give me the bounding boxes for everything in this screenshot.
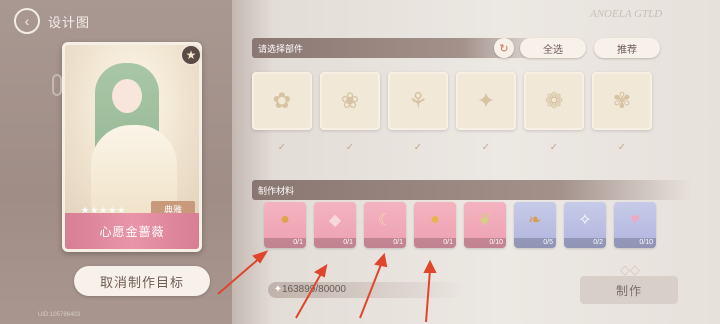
select-all-button[interactable]: 全选 (520, 38, 586, 58)
part-check-icon[interactable]: ✓ (412, 141, 424, 153)
refresh-icon[interactable]: ↻ (494, 38, 514, 58)
part-check-icon[interactable]: ✓ (344, 141, 356, 153)
material-count: 0/1 (314, 238, 356, 248)
material-slot[interactable]: ❦ 0/10 (464, 202, 506, 248)
material-count: 0/1 (264, 238, 306, 248)
character-face (112, 79, 142, 113)
part-slot-hair[interactable]: ✿ (252, 72, 312, 130)
decor-text: ANOELA GTLD (590, 8, 663, 20)
material-count: 0/2 (564, 238, 606, 248)
material-count: 0/10 (614, 238, 656, 248)
material-icon: ● (280, 211, 290, 228)
outfit-name: 心愿金蔷薇 (65, 213, 199, 249)
material-icon: ❧ (528, 212, 542, 229)
part-check-icon[interactable]: ✓ (276, 141, 288, 153)
material-slot[interactable]: ✧ 0/2 (564, 202, 606, 248)
back-arrow-icon[interactable]: ‹ (14, 8, 40, 34)
material-slot[interactable]: ● 0/1 (414, 202, 456, 248)
part-check-icon[interactable]: ✓ (548, 141, 560, 153)
star-pin-icon[interactable]: ★ (180, 44, 202, 66)
outfit-card[interactable]: ★★★★★ 典雅 心愿金蔷薇 (62, 42, 202, 252)
material-count: 0/5 (514, 238, 556, 248)
part-slot-socks[interactable]: ⚘ (388, 72, 448, 130)
part-check-icon[interactable]: ✓ (480, 141, 492, 153)
material-icon: ✧ (578, 212, 592, 229)
material-icon: ☾ (377, 212, 393, 229)
uid-label: UID:105786403 (38, 312, 81, 318)
outfit-illustration (65, 45, 199, 215)
material-icon: ❦ (478, 212, 492, 229)
coin-count: 163899/80000 (282, 284, 346, 295)
material-icon: ◆ (328, 212, 342, 229)
cancel-target-button[interactable]: 取消制作目标 (74, 266, 210, 296)
materials-section-bar (252, 180, 692, 200)
page-title: 设计图 (48, 15, 91, 30)
part-slot-dress[interactable]: ❀ (320, 72, 380, 130)
material-count: 0/10 (464, 238, 506, 248)
material-slot[interactable]: ♥ 0/10 (614, 202, 656, 248)
material-icon: ● (430, 211, 440, 228)
material-slot[interactable]: ☾ 0/1 (364, 202, 406, 248)
material-count: 0/1 (414, 238, 456, 248)
material-count: 0/1 (364, 238, 406, 248)
make-button[interactable]: 制作 (580, 276, 678, 304)
material-slot[interactable]: ❧ 0/5 (514, 202, 556, 248)
paperclip-icon (52, 74, 62, 96)
material-slot[interactable]: ◆ 0/1 (314, 202, 356, 248)
recommend-button[interactable]: 推荐 (594, 38, 660, 58)
part-slot-butterflies[interactable]: ✾ (592, 72, 652, 130)
part-check-icon[interactable]: ✓ (616, 141, 628, 153)
parts-section-title: 请选择部件 (258, 44, 304, 54)
part-slot-headpiece[interactable]: ❁ (524, 72, 584, 130)
materials-section-title: 制作材料 (258, 186, 295, 196)
material-slot[interactable]: ● 0/1 (264, 202, 306, 248)
material-icon: ♥ (630, 211, 640, 228)
part-slot-shoes[interactable]: ✦ (456, 72, 516, 130)
